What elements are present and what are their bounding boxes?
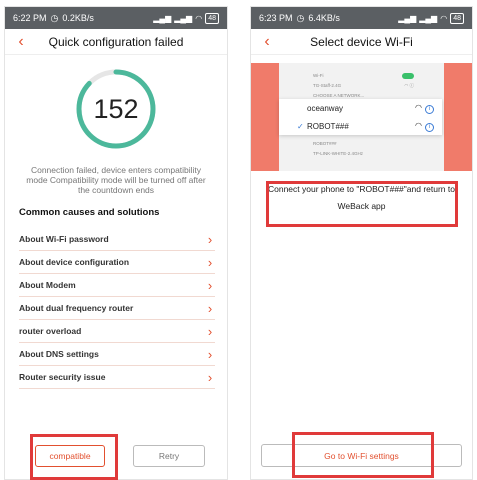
countdown-number: 152 — [93, 93, 139, 124]
info-icon: i — [425, 104, 434, 114]
list-item-label: Router security issue — [19, 372, 106, 382]
list-item[interactable]: Router security issue › — [19, 366, 215, 389]
chevron-right-icon: › — [207, 346, 213, 362]
causes-list: About Wi-Fi password › About device conf… — [19, 228, 215, 389]
left-screen: 6:22 PM ◷ 0.2KB/s ▂▄▆ ▂▄▆ ◠ 48 ‹ Quick c… — [4, 6, 228, 480]
signal-icon: ▂▄▆ — [153, 13, 172, 23]
list-item[interactable]: About dual frequency router › — [19, 297, 215, 320]
list-item[interactable]: About Modem › — [19, 274, 215, 297]
checkmark-icon: ✓ — [297, 121, 304, 131]
list-item-label: About DNS settings — [19, 349, 99, 359]
battery-icon: 48 — [205, 12, 219, 24]
signal-icon: ▂▄▆ — [419, 13, 438, 23]
back-arrow-icon[interactable]: ‹ — [259, 33, 275, 51]
toggle-icon — [402, 73, 414, 79]
list-item[interactable]: About device configuration › — [19, 251, 215, 274]
clock-icon: ◷ — [296, 12, 305, 23]
page-title: Quick configuration failed — [48, 34, 184, 49]
list-item[interactable]: About Wi-Fi password › — [19, 228, 215, 251]
list-item-label: About Modem — [19, 280, 76, 290]
status-speed: 0.2KB/s — [62, 13, 94, 23]
status-bar: 6:22 PM ◷ 0.2KB/s ▂▄▆ ▂▄▆ ◠ 48 — [5, 7, 227, 29]
status-time: 6:23 PM — [259, 13, 293, 23]
chevron-right-icon: › — [207, 254, 213, 270]
wifi-icon: ◠ — [415, 120, 422, 130]
faded-network-2: TP-LINK-WHITE-2.4GHz — [313, 151, 364, 156]
compatible-button[interactable]: compatible — [35, 445, 105, 467]
network-row-selected: ✓ ROBOT### ◠ i — [279, 117, 442, 135]
nav-bar: ‹ Quick configuration failed — [5, 29, 227, 55]
network-name: ROBOT### — [307, 121, 349, 131]
chevron-right-icon: › — [207, 323, 213, 339]
section-title: Common causes and solutions — [19, 207, 160, 218]
wifi-settings-button[interactable]: Go to Wi-Fi settings — [261, 444, 462, 467]
list-item-label: About dual frequency router — [19, 303, 134, 313]
list-item[interactable]: router overload › — [19, 320, 215, 343]
chevron-right-icon: › — [207, 231, 213, 247]
list-item[interactable]: About DNS settings › — [19, 343, 215, 366]
status-time: 6:22 PM — [13, 13, 47, 23]
info-icon: i — [425, 122, 434, 132]
clock-icon: ◷ — [50, 12, 59, 23]
network-top: TG-Staff-2.4G — [313, 83, 342, 88]
chevron-right-icon: › — [207, 369, 213, 385]
instruction-text: Connect your phone to "ROBOT###"and retu… — [267, 184, 455, 211]
chevron-right-icon: › — [207, 300, 213, 316]
network-row: oceanway ◠ i — [279, 99, 442, 117]
retry-button[interactable]: Retry — [133, 445, 205, 467]
signal-icon: ▂▄▆ — [174, 13, 193, 23]
status-speed: 6.4KB/s — [308, 13, 340, 23]
countdown-timer: 152 — [74, 67, 158, 151]
choose-network-label: CHOOSE A NETWORK... — [313, 93, 365, 98]
list-item-label: About Wi-Fi password — [19, 234, 109, 244]
page-title: Select device Wi-Fi — [310, 34, 413, 49]
status-bar: 6:23 PM ◷ 6.4KB/s ▂▄▆ ▂▄▆ ◠ 48 — [251, 7, 472, 29]
list-item-label: router overload — [19, 326, 82, 336]
wifi-label: Wi-Fi — [313, 73, 324, 78]
faded-network-1: ROBOT### — [313, 141, 337, 146]
list-item-label: About device configuration — [19, 257, 130, 267]
wifi-illustration: Wi-Fi TG-Staff-2.4G ◠ ⓘ CHOOSE A NETWORK… — [251, 63, 472, 171]
failure-message: Connection failed, device enters compati… — [26, 165, 206, 195]
network-popup: oceanway ◠ i ✓ ROBOT### ◠ i — [279, 99, 442, 135]
wifi-icon: ◠ — [415, 102, 422, 112]
nav-bar: ‹ Select device Wi-Fi — [251, 29, 472, 55]
chevron-right-icon: › — [207, 277, 213, 293]
signal-icon: ▂▄▆ — [398, 13, 417, 23]
wifi-icon: ◠ — [195, 13, 203, 23]
back-arrow-icon[interactable]: ‹ — [13, 33, 29, 51]
network-name: oceanway — [307, 103, 344, 113]
right-screen: 6:23 PM ◷ 6.4KB/s ▂▄▆ ▂▄▆ ◠ 48 ‹ Select … — [250, 6, 473, 480]
wifi-icon: ◠ — [440, 13, 448, 23]
battery-icon: 48 — [450, 12, 464, 24]
wifi-icon: ◠ ⓘ — [404, 83, 414, 88]
